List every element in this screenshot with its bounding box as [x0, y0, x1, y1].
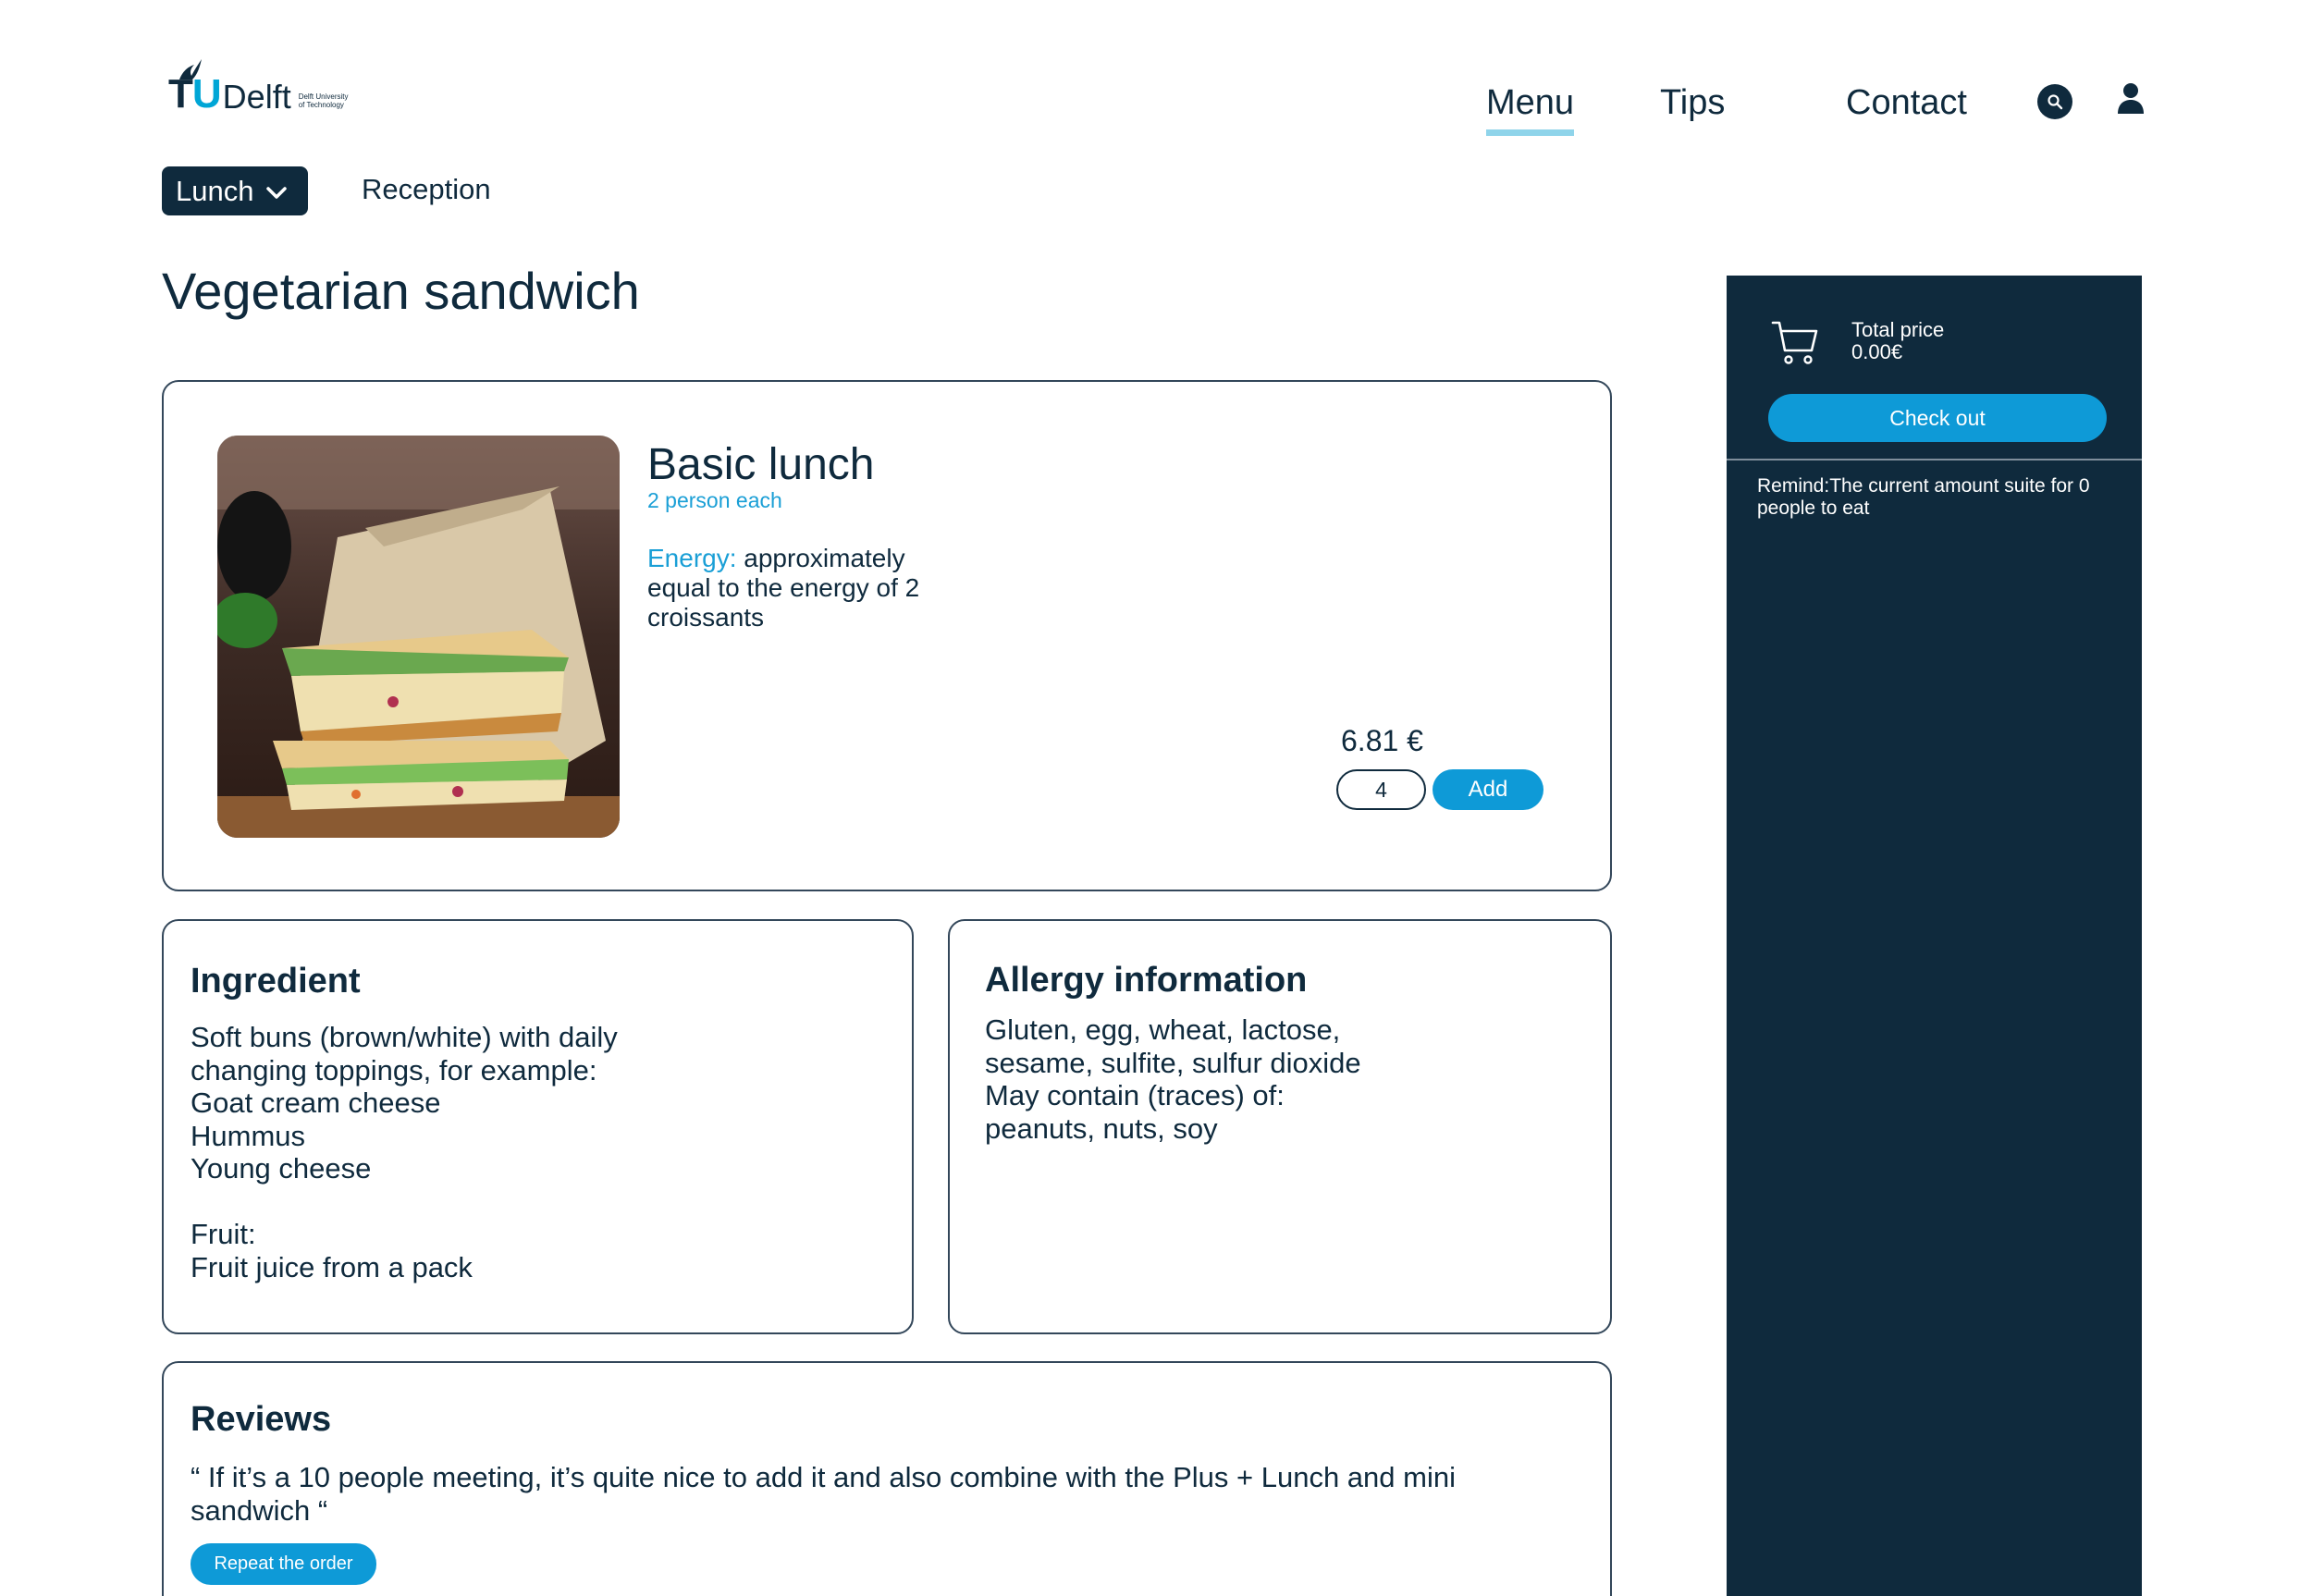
category-lunch-dropdown[interactable]: Lunch — [162, 166, 308, 215]
logo-subtitle: Delft University of Technology — [298, 92, 349, 109]
ingredient-card: Ingredient Soft buns (brown/white) with … — [162, 919, 914, 1334]
category-lunch-label: Lunch — [176, 174, 254, 207]
product-name: Basic lunch — [647, 440, 875, 489]
product-card: Basic lunch 2 person each Energy: approx… — [162, 380, 1612, 891]
allergy-card: Allergy information Gluten, egg, wheat, … — [948, 919, 1612, 1334]
nav-tips[interactable]: Tips — [1660, 83, 1725, 123]
page-title: Vegetarian sandwich — [162, 262, 640, 320]
chevron-down-icon — [266, 186, 288, 199]
reviews-card: Reviews “ If it’s a 10 people meeting, i… — [162, 1361, 1612, 1596]
total-price-label: Total price — [1851, 318, 1945, 341]
sandwich-image — [217, 436, 620, 838]
cart-panel: Total price 0.00€ Check out Remind:The c… — [1727, 276, 2142, 1596]
logo-delft: Delft — [222, 78, 291, 117]
ingredient-text: Soft buns (brown/white) with daily chang… — [191, 1021, 618, 1283]
reviews-title: Reviews — [191, 1400, 332, 1439]
quantity-input[interactable] — [1336, 769, 1426, 810]
search-button[interactable] — [2037, 84, 2072, 119]
checkout-button[interactable]: Check out — [1768, 394, 2107, 442]
cart-icon — [1771, 321, 1818, 364]
allergy-text: Gluten, egg, wheat, lactose, sesame, sul… — [985, 1013, 1361, 1145]
user-icon[interactable] — [2115, 82, 2146, 116]
cart-divider — [1727, 459, 2142, 460]
product-energy: Energy: approximately equal to the energ… — [647, 544, 971, 632]
category-reception[interactable]: Reception — [362, 173, 491, 206]
total-price-value: 0.00€ — [1851, 340, 1903, 363]
nav-contact[interactable]: Contact — [1846, 83, 1967, 123]
add-button[interactable]: Add — [1433, 769, 1543, 810]
allergy-title: Allergy information — [985, 961, 1308, 1000]
repeat-order-button[interactable]: Repeat the order — [191, 1543, 376, 1585]
ingredient-title: Ingredient — [191, 962, 361, 1001]
tu-delft-logo[interactable]: TU Delft Delft University of Technology — [168, 59, 354, 115]
page: TU Delft Delft University of Technology … — [0, 0, 2312, 1596]
nav-menu[interactable]: Menu — [1486, 83, 1575, 136]
product-persons: 2 person each — [647, 488, 782, 512]
cart-remind-text: Remind:The current amount suite for 0 pe… — [1757, 475, 2090, 519]
review-quote: “ If it’s a 10 people meeting, it’s quit… — [191, 1461, 1456, 1527]
search-icon — [2048, 94, 2063, 110]
product-price: 6.81 € — [1341, 724, 1423, 757]
flame-icon — [179, 59, 202, 80]
energy-label: Energy: — [647, 544, 737, 572]
